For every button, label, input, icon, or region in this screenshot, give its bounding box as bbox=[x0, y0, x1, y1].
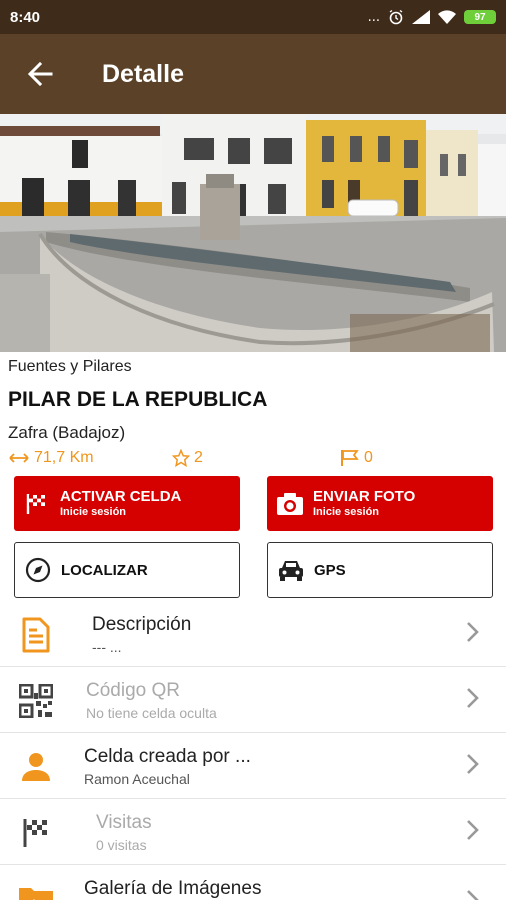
chevron-right-icon bbox=[467, 622, 479, 642]
flags-stat: 0 bbox=[340, 449, 373, 467]
send-photo-button[interactable]: ENVIAR FOTO Inicie sesión bbox=[267, 476, 493, 531]
distance-stat: 71,7 Km bbox=[8, 449, 94, 467]
page-title: Detalle bbox=[102, 59, 184, 88]
distance-value: 71,7 Km bbox=[34, 449, 94, 466]
created-by-subtitle: Ramon Aceuchal bbox=[84, 771, 190, 787]
qr-code-subtitle: No tiene celda oculta bbox=[86, 705, 217, 721]
chevron-right-icon bbox=[467, 890, 479, 900]
visits-subtitle: 0 visitas bbox=[96, 837, 147, 853]
wifi-icon bbox=[438, 10, 456, 24]
place-stats: 71,7 Km 2 0 bbox=[0, 449, 506, 471]
activate-cell-button[interactable]: ACTIVAR CELDA Inicie sesión bbox=[14, 476, 240, 531]
back-button[interactable] bbox=[0, 34, 80, 114]
list-item-created-by[interactable]: Celda creada por ... Ramon Aceuchal bbox=[0, 733, 506, 799]
qr-code-icon bbox=[19, 684, 53, 718]
checkered-flag-icon bbox=[23, 819, 47, 847]
stars-value: 2 bbox=[194, 449, 203, 466]
activate-cell-sublabel: Inicie sesión bbox=[60, 506, 127, 518]
place-photo[interactable] bbox=[0, 114, 506, 352]
gps-label: GPS bbox=[314, 561, 346, 579]
status-bar: 8:40 ... 97 bbox=[0, 0, 506, 34]
list-item-gallery[interactable]: Galería de Imágenes bbox=[0, 865, 506, 900]
place-name: PILAR DE LA REPUBLICA bbox=[8, 388, 268, 411]
alarm-icon bbox=[389, 9, 403, 25]
app-screen: 8:40 ... 97 Detalle Fuentes y Pilares PI… bbox=[0, 0, 506, 900]
locate-label: LOCALIZAR bbox=[61, 561, 148, 579]
flags-value: 0 bbox=[364, 449, 373, 466]
chevron-right-icon bbox=[467, 688, 479, 708]
activate-cell-label: ACTIVAR CELDA bbox=[60, 488, 182, 505]
arrows-horizontal-icon bbox=[9, 453, 29, 463]
send-photo-sublabel: Inicie sesión bbox=[313, 506, 380, 518]
status-icons: ... 97 bbox=[368, 9, 496, 25]
list-item-visits[interactable]: Visitas 0 visitas bbox=[0, 799, 506, 865]
gps-button[interactable]: GPS bbox=[267, 542, 493, 598]
app-bar: Detalle bbox=[0, 34, 506, 114]
checkered-flag-icon bbox=[26, 493, 45, 514]
locate-button[interactable]: LOCALIZAR bbox=[14, 542, 240, 598]
visits-title: Visitas bbox=[96, 812, 152, 833]
folder-image-icon bbox=[19, 888, 53, 900]
notification-dots: ... bbox=[367, 9, 380, 25]
stars-stat: 2 bbox=[172, 449, 203, 467]
fountain-photo bbox=[0, 114, 506, 352]
signal-icon bbox=[412, 10, 430, 24]
car-icon bbox=[279, 561, 303, 581]
send-photo-label: ENVIAR FOTO bbox=[313, 488, 416, 505]
document-icon bbox=[22, 617, 50, 653]
place-category: Fuentes y Pilares bbox=[8, 358, 132, 375]
place-location: Zafra (Badajoz) bbox=[8, 423, 126, 442]
list-item-description[interactable]: Descripción --- ... bbox=[0, 601, 506, 667]
chevron-right-icon bbox=[467, 820, 479, 840]
arrow-left-icon bbox=[27, 62, 53, 86]
compass-icon bbox=[25, 557, 51, 583]
battery-indicator: 97 bbox=[464, 10, 496, 24]
star-icon bbox=[172, 449, 190, 467]
list-item-qr-code[interactable]: Código QR No tiene celda oculta bbox=[0, 667, 506, 733]
person-icon bbox=[22, 753, 50, 781]
gallery-title: Galería de Imágenes bbox=[84, 878, 262, 899]
camera-icon bbox=[277, 492, 303, 515]
status-time: 8:40 bbox=[10, 8, 41, 26]
chevron-right-icon bbox=[467, 754, 479, 774]
description-title: Descripción bbox=[92, 614, 192, 635]
description-subtitle: --- ... bbox=[92, 639, 122, 655]
flag-icon bbox=[341, 450, 359, 466]
qr-code-title: Código QR bbox=[86, 680, 180, 701]
created-by-title: Celda creada por ... bbox=[84, 746, 251, 767]
